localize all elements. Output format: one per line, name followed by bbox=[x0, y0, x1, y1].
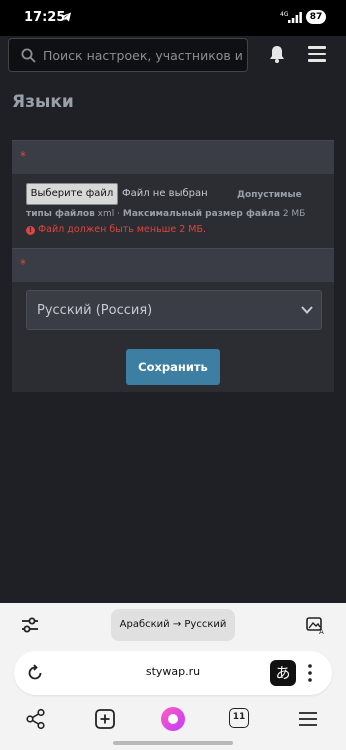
address-bar[interactable]: stywap.ru あ bbox=[14, 651, 332, 695]
translate-page-icon[interactable]: あ bbox=[270, 660, 296, 686]
svg-text:A: A bbox=[319, 628, 324, 635]
search-placeholder: Поиск настроек, участников и т.д. bbox=[43, 48, 246, 63]
bell-icon[interactable] bbox=[266, 43, 288, 65]
language-upload-form: * Выберите файл Файл не выбран Допустимы… bbox=[12, 140, 334, 392]
language-select-value: Русский (Россия) bbox=[37, 303, 153, 318]
file-status: Файл не выбран bbox=[122, 188, 208, 199]
max-size-label: Максимальный размер файла bbox=[122, 209, 280, 219]
status-bar: 17:25 4G 87 bbox=[0, 0, 346, 36]
browser-bottom-bar: stywap.ru あ 11 bbox=[0, 647, 346, 750]
allowed-types-value: xml bbox=[97, 209, 115, 219]
choose-file-button[interactable]: Выберите файл bbox=[26, 183, 118, 205]
page-title: Языки bbox=[12, 92, 74, 112]
required-mark: * bbox=[20, 149, 26, 163]
error-icon: ! bbox=[26, 226, 35, 235]
hint-separator: · bbox=[117, 209, 121, 219]
menu-icon[interactable] bbox=[308, 46, 326, 62]
battery-indicator: 87 bbox=[306, 10, 326, 24]
save-button[interactable]: Сохранить bbox=[126, 349, 220, 385]
translate-bar: Арабский → Русский A bbox=[0, 603, 346, 647]
file-size-error: ! Файл должен быть меньше 2 МБ. bbox=[26, 224, 206, 235]
app-header: Поиск настроек, участников и т.д. bbox=[0, 36, 346, 76]
language-section-header: * bbox=[12, 248, 334, 282]
file-hints: типы файлов xml · Максимальный размер фа… bbox=[26, 209, 305, 219]
telegram-icon bbox=[61, 12, 71, 22]
required-mark-2: * bbox=[20, 257, 26, 271]
share-icon[interactable] bbox=[25, 708, 47, 730]
menu-icon-browser[interactable] bbox=[297, 708, 319, 730]
error-text: Файл должен быть меньше 2 МБ. bbox=[38, 224, 207, 235]
search-input[interactable]: Поиск настроек, участников и т.д. bbox=[8, 38, 248, 72]
new-tab-icon[interactable] bbox=[94, 708, 116, 730]
file-section-header: * bbox=[12, 140, 334, 174]
allowed-types-label-2: типы файлов bbox=[26, 209, 95, 219]
translate-language-pill[interactable]: Арабский → Русский bbox=[111, 609, 235, 641]
image-translate-icon[interactable]: A bbox=[305, 615, 325, 635]
search-icon bbox=[21, 48, 36, 63]
more-options-icon[interactable] bbox=[308, 663, 312, 683]
tabs-count-button[interactable]: 11 bbox=[229, 708, 249, 728]
language-select[interactable]: Русский (Россия) bbox=[26, 290, 322, 330]
browser-nav: 11 bbox=[0, 704, 346, 734]
max-size-value: 2 МБ bbox=[282, 209, 306, 219]
chevron-down-icon bbox=[301, 306, 313, 314]
signal-icon bbox=[288, 12, 302, 23]
home-indicator bbox=[113, 741, 233, 745]
allowed-types-label: Допустимые bbox=[237, 190, 302, 200]
sliders-icon[interactable] bbox=[20, 615, 40, 635]
alice-assistant-icon[interactable] bbox=[161, 707, 185, 731]
